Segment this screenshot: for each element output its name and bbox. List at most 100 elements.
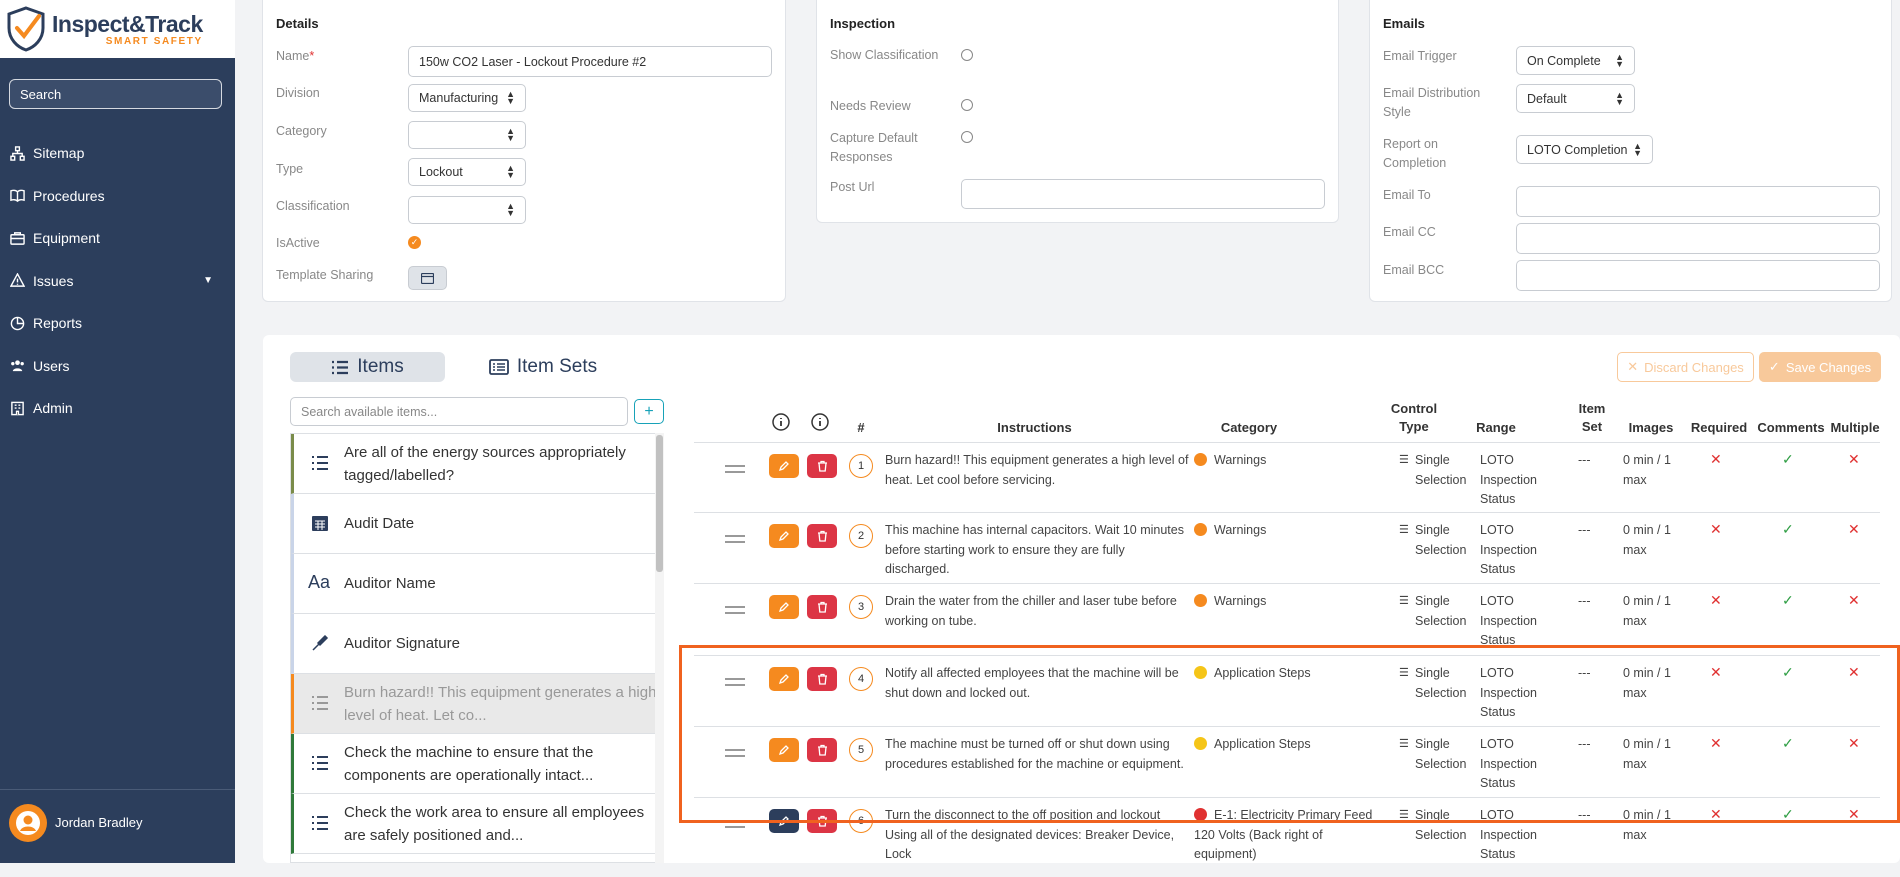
sidebar-item-sitemap[interactable]: Sitemap [0, 132, 235, 175]
sidebar-item-users[interactable]: Users [0, 345, 235, 388]
row-number: 6 [849, 809, 873, 833]
drag-handle-icon[interactable] [725, 465, 745, 473]
delete-button[interactable] [807, 809, 837, 833]
multiple-x-icon[interactable]: ✕ [1848, 521, 1860, 538]
user-profile[interactable]: Jordan Bradley [0, 789, 235, 855]
tab-item-sets[interactable]: Item Sets [478, 352, 608, 382]
emails-card: Emails Email Trigger On Complete ▲ ▼ Email… [1369, 0, 1892, 302]
drag-handle-icon[interactable] [725, 820, 745, 828]
required-x-icon[interactable]: ✕ [1710, 664, 1722, 681]
row-images: 0 min / 1 max [1623, 666, 1671, 700]
email-bcc-field[interactable] [1516, 260, 1880, 291]
comments-check-icon[interactable]: ✓ [1782, 735, 1794, 752]
comments-check-icon[interactable]: ✓ [1782, 592, 1794, 609]
show-classification-radio[interactable] [961, 49, 973, 61]
capture-default-radio[interactable] [961, 131, 973, 143]
required-x-icon[interactable]: ✕ [1710, 806, 1722, 823]
sidebar-item-reports[interactable]: Reports [0, 302, 235, 345]
multiple-x-icon[interactable]: ✕ [1848, 592, 1860, 609]
email-to-field[interactable] [1516, 186, 1880, 217]
list-item[interactable]: Check the machine to ensure that the com… [291, 734, 663, 794]
row-range: LOTO Inspection Status [1480, 453, 1537, 506]
email-distribution-select[interactable]: Default ▲ ▼ [1516, 84, 1635, 113]
delete-button[interactable] [807, 667, 837, 691]
email-trigger-select[interactable]: On Complete ▲ ▼ [1516, 46, 1635, 75]
tab-items[interactable]: Items [290, 352, 445, 382]
add-item-button[interactable]: + [634, 399, 664, 424]
required-x-icon[interactable]: ✕ [1710, 451, 1722, 468]
edit-icon [778, 602, 789, 613]
delete-button[interactable] [807, 524, 837, 548]
needs-review-radio[interactable] [961, 99, 973, 111]
multiple-x-icon[interactable]: ✕ [1848, 806, 1860, 823]
table-row[interactable]: 6 Turn the disconnect to the off position… [694, 797, 1880, 877]
post-url-field[interactable] [961, 179, 1325, 209]
calendar-icon [421, 272, 434, 284]
table-row[interactable]: 5 The machine must be turned off or shut … [694, 726, 1880, 797]
type-select[interactable]: Lockout ▲ ▼ [408, 158, 526, 186]
table-row[interactable]: 1 Burn hazard!! This equipment generates … [694, 442, 1880, 512]
sort-icon: ▲ ▼ [1615, 89, 1624, 107]
row-instructions: Turn the disconnect to the off position … [885, 808, 1175, 861]
multiple-x-icon[interactable]: ✕ [1848, 664, 1860, 681]
category-color-dot [1194, 737, 1207, 750]
scrollbar-thumb[interactable] [656, 435, 663, 572]
isactive-checkbox[interactable]: ✓ [408, 236, 421, 249]
sidebar-item-equipment[interactable]: Equipment [0, 217, 235, 260]
row-control-type: Single Selection [1415, 666, 1467, 700]
discard-changes-button[interactable]: ✕ Discard Changes [1617, 352, 1754, 382]
multiple-x-icon[interactable]: ✕ [1848, 735, 1860, 752]
comments-check-icon[interactable]: ✓ [1782, 451, 1794, 468]
delete-button[interactable] [807, 738, 837, 762]
info-icon[interactable] [811, 413, 829, 431]
save-changes-button[interactable]: ✓ Save Changes [1759, 352, 1881, 382]
table-row[interactable]: 4 Notify all affected employees that the … [694, 655, 1880, 726]
drag-handle-icon[interactable] [725, 606, 745, 614]
edit-button[interactable] [769, 454, 799, 478]
drag-handle-icon[interactable] [725, 678, 745, 686]
category-select[interactable]: ▲ ▼ [408, 121, 526, 149]
comments-check-icon[interactable]: ✓ [1782, 521, 1794, 538]
caret-down-icon[interactable]: ▼ [203, 275, 213, 286]
list-item[interactable]: Check the work area to ensure all employ… [291, 794, 663, 854]
available-items-search[interactable]: Search available items... [290, 397, 628, 426]
trash-icon [817, 601, 827, 613]
info-icon[interactable] [772, 413, 790, 431]
row-item-set: --- [1578, 453, 1591, 467]
list-item-label: Auditor Name [344, 575, 436, 592]
list-item[interactable]: Audit Date [291, 494, 663, 554]
list-item[interactable]: Burn hazard!! This equipment generates a… [291, 674, 663, 734]
list-item-label: Are all of the energy sources appropriat… [344, 443, 626, 484]
edit-button[interactable] [769, 667, 799, 691]
edit-button[interactable] [769, 738, 799, 762]
template-sharing-button[interactable] [408, 266, 447, 290]
division-select[interactable]: Manufacturing ▲ ▼ [408, 84, 526, 112]
required-x-icon[interactable]: ✕ [1710, 735, 1722, 752]
email-cc-field[interactable] [1516, 223, 1880, 254]
list-item[interactable]: Auditor Signature [291, 614, 663, 674]
comments-check-icon[interactable]: ✓ [1782, 664, 1794, 681]
list-item[interactable]: Are all of the energy sources appropriat… [291, 434, 663, 494]
sidebar-search-input[interactable]: Search [9, 79, 222, 109]
list-item[interactable]: Aa Auditor Name [291, 554, 663, 614]
edit-button[interactable] [769, 809, 799, 833]
table-row[interactable]: 2 This machine has internal capacitors. W… [694, 512, 1880, 583]
table-row[interactable]: 3 Drain the water from the chiller and la… [694, 583, 1880, 655]
edit-button[interactable] [769, 524, 799, 548]
sidebar-item-admin[interactable]: Admin [0, 387, 235, 430]
required-x-icon[interactable]: ✕ [1710, 592, 1722, 609]
delete-button[interactable] [807, 595, 837, 619]
sidebar-item-issues[interactable]: Issues ▼ [0, 260, 235, 303]
drag-handle-icon[interactable] [725, 749, 745, 757]
drag-handle-icon[interactable] [725, 535, 745, 543]
sidebar-item-procedures[interactable]: Procedures [0, 175, 235, 218]
edit-button[interactable] [769, 595, 799, 619]
delete-button[interactable] [807, 454, 837, 478]
report-on-completion-select[interactable]: LOTO Completion ▲ ▼ [1516, 135, 1653, 164]
comments-check-icon[interactable]: ✓ [1782, 806, 1794, 823]
name-field[interactable]: 150w CO2 Laser - Lockout Procedure #2 [408, 46, 772, 77]
brand-logo[interactable]: Inspect&Track SMART SAFETY [0, 0, 235, 58]
classification-select[interactable]: ▲ ▼ [408, 196, 526, 224]
required-x-icon[interactable]: ✕ [1710, 521, 1722, 538]
multiple-x-icon[interactable]: ✕ [1848, 451, 1860, 468]
